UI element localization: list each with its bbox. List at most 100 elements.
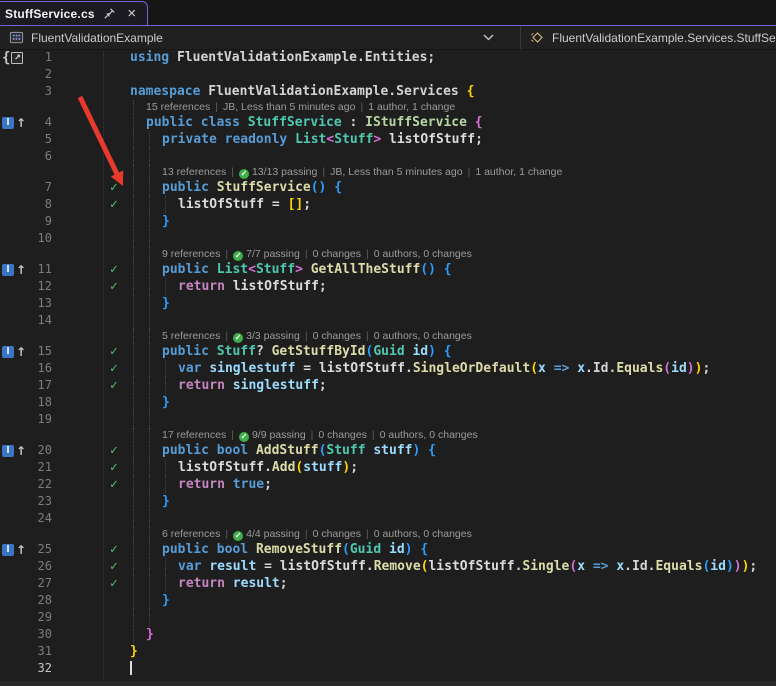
codelens-segment[interactable]: JB, Less than 5 minutes ago <box>330 166 463 178</box>
codelens[interactable]: 6 references | ✓ 4/4 passing | 0 changes | 0 au… <box>162 527 472 541</box>
code-text[interactable]: private readonly List<Stuff> listOfStuff… <box>162 131 483 148</box>
indent-guide <box>149 476 150 493</box>
editor[interactable]: 1{↗ using FluentValidationExample.Entitie… <box>0 49 776 686</box>
codelens-segment[interactable]: 0 authors, 0 changes <box>374 248 472 260</box>
codelens-segment[interactable]: 13 references <box>162 166 226 178</box>
test-coverage-check-icon[interactable]: ✓ <box>110 575 118 592</box>
code-text[interactable]: } <box>146 626 154 643</box>
implements-interface-icon[interactable]: I ↑ <box>2 115 26 130</box>
codelens-segment[interactable]: 0 changes <box>313 248 361 260</box>
code-text[interactable]: } <box>162 592 170 609</box>
codelens-segment[interactable]: 1 author, 1 change <box>368 101 455 113</box>
code-text[interactable]: public bool AddStuff(Stuff stuff) { <box>162 442 436 459</box>
codelens-segment[interactable]: 0 changes <box>318 429 366 441</box>
codelens-segment[interactable]: 17 references <box>162 429 226 441</box>
implements-interface-icon[interactable]: I ↑ <box>2 542 26 557</box>
codelens-segment[interactable]: 9 references <box>162 248 220 260</box>
code-text[interactable]: public class StuffService : IStuffServic… <box>146 114 483 131</box>
codelens-segment[interactable]: 5 references <box>162 330 220 342</box>
test-coverage-check-icon[interactable]: ✓ <box>110 343 118 360</box>
breadcrumb-project-label: FluentValidationExample <box>31 30 163 45</box>
indent-guide <box>133 100 134 114</box>
test-coverage-check-icon[interactable]: ✓ <box>110 476 118 493</box>
indent-guide <box>165 459 166 476</box>
codelens[interactable]: 15 references | JB, Less than 5 minutes ag… <box>146 100 455 114</box>
indent-guide <box>133 131 134 148</box>
implements-interface-icon[interactable]: I ↑ <box>2 344 26 359</box>
code-text[interactable]: var singlestuff = listOfStuff.SingleOrDe… <box>178 360 710 377</box>
codelens[interactable]: 9 references | ✓ 7/7 passing | 0 changes | 0 au… <box>162 247 472 261</box>
test-coverage-check-icon[interactable]: ✓ <box>110 196 118 213</box>
test-coverage-check-icon[interactable]: ✓ <box>110 360 118 377</box>
indent-guide <box>133 278 134 295</box>
codelens-segment[interactable]: 0 changes <box>313 330 361 342</box>
codelens[interactable]: 5 references | ✓ 3/3 passing | 0 changes | 0 au… <box>162 329 472 343</box>
codelens-separator: | <box>371 429 375 441</box>
code-text[interactable]: public bool RemoveStuff(Guid id) { <box>162 541 428 558</box>
test-coverage-check-icon[interactable]: ✓ <box>110 377 118 394</box>
code-text[interactable]: listOfStuff.Add(stuff); <box>178 459 358 476</box>
test-coverage-check-icon[interactable]: ✓ <box>110 541 118 558</box>
test-coverage-check-icon[interactable]: ✓ <box>110 442 118 459</box>
code-text[interactable]: listOfStuff = []; <box>178 196 311 213</box>
codelens-test-status[interactable]: ✓ 7/7 passing <box>233 248 300 261</box>
test-coverage-check-icon[interactable]: ✓ <box>110 558 118 575</box>
indent-guide <box>133 295 134 312</box>
breadcrumb-project-dropdown[interactable]: FluentValidationExample <box>0 26 520 49</box>
test-coverage-check-icon[interactable]: ✓ <box>110 278 118 295</box>
test-coverage-check-icon[interactable]: ✓ <box>110 179 118 196</box>
codelens-test-status[interactable]: ✓ 9/9 passing <box>238 429 306 442</box>
codelens-test-status[interactable]: ✓ 13/13 passing <box>238 166 317 179</box>
code-text[interactable]: public Stuff? GetStuffById(Guid id) { <box>162 343 452 360</box>
code-text[interactable]: } <box>130 643 138 660</box>
codelens-segment[interactable]: 15 references <box>146 101 210 113</box>
code-text[interactable]: } <box>162 394 170 411</box>
code-text[interactable]: public StuffService() { <box>162 179 342 196</box>
breadcrumb-symbol-dropdown[interactable]: FluentValidationExample.Services.StuffSe… <box>520 26 776 49</box>
code-text[interactable]: return result; <box>178 575 288 592</box>
codelens-segment[interactable]: 0 authors, 0 changes <box>380 429 478 441</box>
horizontal-scrollbar[interactable] <box>0 681 776 686</box>
tab-stuffservice[interactable]: StuffService.cs × <box>0 1 148 25</box>
code-text[interactable]: return singlestuff; <box>178 377 327 394</box>
implements-interface-icon[interactable]: I ↑ <box>2 262 26 277</box>
codelens-segment[interactable]: 0 authors, 0 changes <box>374 528 472 540</box>
pin-icon[interactable] <box>103 7 117 21</box>
codelens[interactable]: 17 references | ✓ 9/9 passing | 0 changes | 0 a… <box>162 428 478 442</box>
codelens-test-status[interactable]: ✓ 4/4 passing <box>233 528 300 541</box>
code-line: 23} <box>0 493 776 510</box>
code-text[interactable]: using FluentValidationExample.Entities; <box>130 49 435 66</box>
code-text[interactable]: namespace FluentValidationExample.Servic… <box>130 83 474 100</box>
codelens-segment[interactable]: JB, Less than 5 minutes ago <box>223 101 356 113</box>
codelens-test-status[interactable]: ✓ 3/3 passing <box>233 330 300 343</box>
code-line: 21 ✓ listOfStuff.Add(stuff); <box>0 459 776 476</box>
up-arrow-glyph: ↑ <box>16 542 27 557</box>
code-text[interactable]: } <box>162 493 170 510</box>
test-coverage-check-icon[interactable]: ✓ <box>110 261 118 278</box>
code-text[interactable]: return listOfStuff; <box>178 278 327 295</box>
close-icon[interactable]: × <box>125 6 139 21</box>
code-line: 5 private readonly List<Stuff> listOfStuf… <box>0 131 776 148</box>
code-text[interactable]: public List<Stuff> GetAllTheStuff() { <box>162 261 452 278</box>
code-text[interactable]: } <box>162 295 170 312</box>
indent-guide <box>133 165 134 179</box>
code-text[interactable]: } <box>162 213 170 230</box>
indent-guide <box>133 343 134 360</box>
indent-guide <box>133 592 134 609</box>
indent-guide <box>149 261 150 278</box>
codelens-separator: | <box>467 166 471 178</box>
indent-guide <box>149 609 150 626</box>
codelens[interactable]: 13 references | ✓ 13/13 passing | JB, Less th… <box>162 165 562 179</box>
codelens-segment[interactable]: 1 author, 1 change <box>475 166 562 178</box>
code-text[interactable]: var result = listOfStuff.Remove(listOfSt… <box>178 558 757 575</box>
chevron-down-icon[interactable] <box>483 34 512 41</box>
codelens-segment[interactable]: 0 authors, 0 changes <box>374 330 472 342</box>
up-arrow-glyph: ↑ <box>16 443 27 458</box>
code-text[interactable]: return true; <box>178 476 272 493</box>
test-coverage-check-icon[interactable]: ✓ <box>110 459 118 476</box>
codelens-segment[interactable]: 6 references <box>162 528 220 540</box>
namespace-link-icon[interactable]: {↗ <box>2 50 24 66</box>
codelens-segment[interactable]: 0 changes <box>313 528 361 540</box>
implements-interface-icon[interactable]: I ↑ <box>2 443 26 458</box>
code-line: 20 I ↑ ✓ public bool AddStuff(Stuff stuff) { <box>0 442 776 459</box>
